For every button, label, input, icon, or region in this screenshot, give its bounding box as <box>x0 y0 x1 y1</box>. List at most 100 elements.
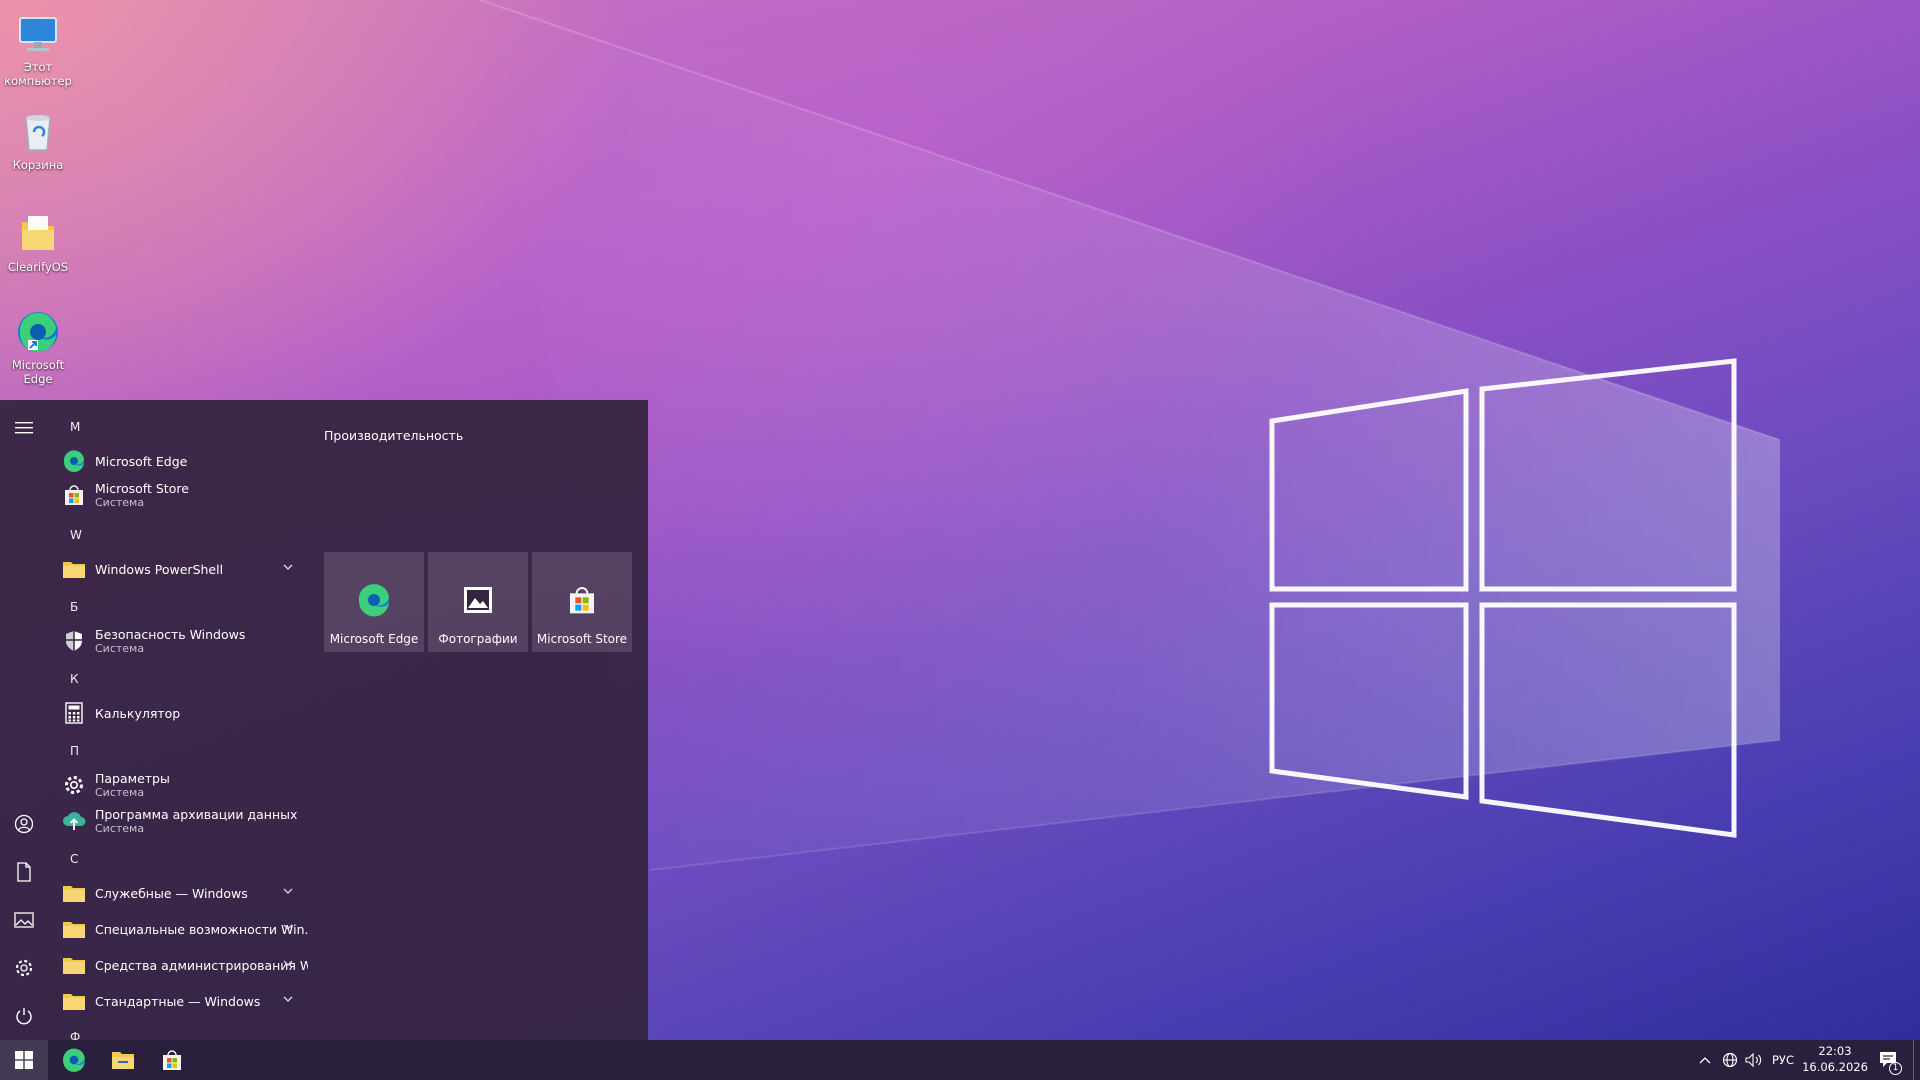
taskbar-file-explorer-button[interactable] <box>99 1040 147 1080</box>
folder-icon <box>62 953 86 977</box>
app-microsoft-edge[interactable]: Microsoft Edge <box>62 444 306 478</box>
app-name: Служебные — Windows <box>95 885 248 901</box>
tile-microsoft-edge[interactable]: Microsoft Edge <box>324 552 424 652</box>
network-button[interactable] <box>1718 1040 1742 1080</box>
show-desktop-button[interactable] <box>1913 1040 1920 1080</box>
edge-icon <box>14 308 62 356</box>
section-letter-k[interactable]: К <box>70 672 79 686</box>
folder-icon <box>62 917 86 941</box>
app-settings[interactable]: Параметры Система <box>62 768 306 802</box>
section-letter-w[interactable]: W <box>70 528 82 542</box>
start-menu-rail <box>0 400 48 1040</box>
chevron-down-icon <box>283 888 293 894</box>
show-hidden-icons-button[interactable] <box>1694 1040 1716 1080</box>
section-letter-p[interactable]: П <box>70 744 79 758</box>
app-folder-admin-tools[interactable]: Средства администрирования W... <box>62 948 308 982</box>
app-subtitle: Система <box>95 822 145 835</box>
documents-icon <box>17 862 31 882</box>
calculator-icon <box>62 701 86 725</box>
expand-menu-button[interactable] <box>0 404 48 452</box>
pictures-icon <box>14 912 34 928</box>
desktop-icon-edge[interactable]: Microsoft Edge <box>0 308 76 386</box>
start-button[interactable] <box>0 1040 48 1080</box>
app-subtitle: Система <box>95 642 145 655</box>
tiles-group-title[interactable]: Производительность <box>324 428 463 443</box>
app-name: Windows PowerShell <box>95 561 224 577</box>
folder-icon <box>62 557 86 581</box>
taskbar-edge-button[interactable] <box>50 1040 98 1080</box>
tile-microsoft-store[interactable]: Microsoft Store <box>532 552 632 652</box>
gear-icon <box>62 773 86 797</box>
app-calculator[interactable]: Калькулятор <box>62 696 306 730</box>
settings-button[interactable] <box>0 944 48 992</box>
chevron-down-icon <box>283 564 293 570</box>
app-windows-powershell[interactable]: Windows PowerShell <box>62 552 306 586</box>
app-windows-security[interactable]: Безопасность Windows Система <box>62 624 306 658</box>
start-menu: M Microsoft Edge Microsoft Store Система… <box>0 400 648 1040</box>
speaker-icon <box>1745 1053 1762 1067</box>
tile-photos[interactable]: Фотографии <box>428 552 528 652</box>
desktop-icon-label: Этот компьютер <box>4 60 72 88</box>
folder-icon <box>62 989 86 1013</box>
section-letter-f[interactable]: Ф <box>70 1030 80 1040</box>
app-name: Стандартные — Windows <box>95 993 261 1009</box>
file-explorer-icon <box>112 1052 134 1069</box>
app-name: Microsoft Store <box>95 481 189 496</box>
desktop-icon-label: Корзина <box>12 158 64 172</box>
hamburger-icon <box>15 422 33 434</box>
cloud-backup-icon <box>62 809 86 833</box>
input-language-button[interactable]: РУС <box>1768 1040 1798 1080</box>
desktop-icon-recycle-bin[interactable]: Корзина <box>0 108 76 172</box>
app-name: Microsoft Edge <box>95 453 188 469</box>
edge-icon <box>63 1048 85 1072</box>
chevron-down-icon <box>283 960 293 966</box>
chevron-down-icon <box>283 924 293 930</box>
app-name: Средства администрирования W... <box>95 957 308 973</box>
power-button[interactable] <box>0 992 48 1040</box>
app-folder-accessibility[interactable]: Специальные возможности Win... <box>62 912 308 946</box>
volume-button[interactable] <box>1742 1040 1766 1080</box>
folder-icon <box>14 210 62 258</box>
user-button[interactable] <box>0 800 48 848</box>
notification-count-badge: 1 <box>1889 1062 1902 1075</box>
app-list: M Microsoft Edge Microsoft Store Система… <box>48 400 308 1040</box>
photos-icon <box>460 582 496 618</box>
app-name: Калькулятор <box>95 705 181 721</box>
app-subtitle: Система <box>95 496 145 509</box>
app-name: Параметры <box>95 771 170 786</box>
globe-icon <box>1722 1052 1738 1068</box>
action-center-button[interactable]: 1 <box>1874 1040 1904 1080</box>
tile-label: Microsoft Edge <box>329 632 419 646</box>
desktop-icon-label: Microsoft Edge <box>11 358 65 386</box>
chevron-up-icon <box>1699 1057 1711 1064</box>
settings-icon <box>15 959 33 977</box>
app-folder-system-tools[interactable]: Служебные — Windows <box>62 876 306 910</box>
app-name: Безопасность Windows <box>95 627 246 642</box>
clock-date: 16.06.2026 <box>1802 1060 1868 1074</box>
section-letter-m[interactable]: M <box>70 420 80 434</box>
tile-label: Microsoft Store <box>536 632 628 646</box>
clock-time: 22:03 <box>1818 1044 1852 1058</box>
clock-button[interactable]: 22:03 16.06.2026 <box>1800 1043 1870 1075</box>
edge-icon <box>62 449 86 473</box>
windows-logo-wallpaper <box>1269 358 1737 838</box>
chevron-down-icon <box>283 996 293 1002</box>
section-letter-b[interactable]: Б <box>70 600 78 614</box>
windows-start-icon <box>15 1051 33 1069</box>
desktop-icon-label: ClearifyOS <box>7 260 69 274</box>
recycle-bin-icon <box>14 108 62 156</box>
pictures-button[interactable] <box>0 896 48 944</box>
desktop-icon-clearifyos[interactable]: ClearifyOS <box>0 210 76 274</box>
app-folder-accessories[interactable]: Стандартные — Windows <box>62 984 306 1018</box>
shield-icon <box>62 629 86 653</box>
power-icon <box>16 1008 32 1025</box>
app-microsoft-store[interactable]: Microsoft Store Система <box>62 478 306 512</box>
store-icon <box>564 582 600 618</box>
app-backup[interactable]: Программа архивации данных Система <box>62 804 306 838</box>
desktop-icon-this-pc[interactable]: Этот компьютер <box>0 10 76 88</box>
documents-button[interactable] <box>0 848 48 896</box>
monitor-icon <box>14 10 62 58</box>
app-subtitle: Система <box>95 786 145 799</box>
section-letter-s[interactable]: С <box>70 852 78 866</box>
taskbar-store-button[interactable] <box>148 1040 196 1080</box>
